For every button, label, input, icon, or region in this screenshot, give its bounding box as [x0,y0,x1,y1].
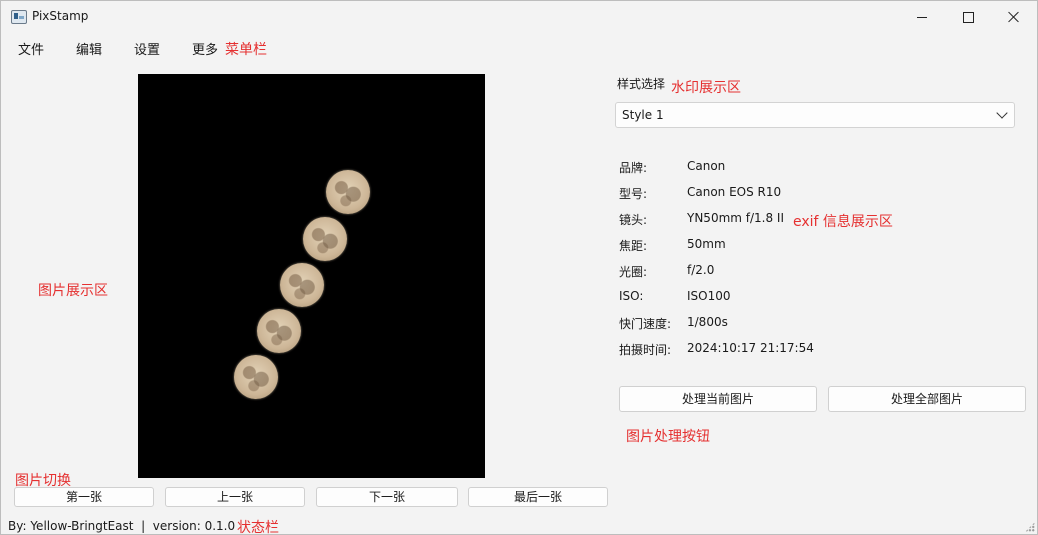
menu-more[interactable]: 更多 [192,39,218,58]
annotation-process-buttons: 图片处理按钮 [626,429,710,445]
menu-bar: 文件 编辑 设置 更多 菜单栏 [1,35,1037,59]
menu-edit[interactable]: 编辑 [76,39,102,58]
moon-image-4 [257,309,301,353]
title-bar[interactable]: PixStamp [1,1,1037,33]
resize-grip-icon[interactable] [1025,522,1035,532]
annotation-menu-bar: 菜单栏 [225,42,267,58]
photo-preview [138,74,485,478]
status-text: By: Yellow-BringtEast | version: 0.1.0 [8,519,236,533]
exif-value-focal: 50mm [687,237,726,251]
exif-label-brand: 品牌: [619,161,648,175]
process-current-button[interactable]: 处理当前图片 [619,386,817,412]
exif-label-focal: 焦距: [619,239,648,253]
style-select-label: 样式选择 [617,77,666,91]
maximize-button[interactable] [945,1,991,33]
process-all-button[interactable]: 处理全部图片 [828,386,1026,412]
exif-value-shutter: 1/800s [687,315,728,329]
exif-value-aperture: f/2.0 [687,263,715,277]
minimize-button[interactable] [899,1,945,33]
exif-label-shutter: 快门速度: [619,317,672,331]
annotation-image-area: 图片展示区 [38,283,108,299]
style-select-value: Style 1 [622,108,664,122]
style-select[interactable]: Style 1 [615,102,1015,128]
chevron-down-icon [996,107,1008,119]
menu-settings[interactable]: 设置 [134,39,160,58]
exif-value-model: Canon EOS R10 [687,185,782,199]
exif-label-lens: 镜头: [619,213,648,227]
window-title: PixStamp [32,9,89,23]
moon-image-5 [234,355,278,399]
exif-label-model: 型号: [619,187,648,201]
last-image-button[interactable]: 最后一张 [468,487,608,507]
exif-label-iso: ISO: [619,289,644,303]
exif-value-iso: ISO100 [687,289,731,303]
close-icon [1008,11,1020,23]
moon-image-3 [280,263,324,307]
moon-image-1 [326,170,370,214]
prev-image-button[interactable]: 上一张 [165,487,305,507]
annotation-status-bar: 状态栏 [237,520,279,535]
close-button[interactable] [991,1,1037,33]
maximize-icon [962,11,974,23]
next-image-button[interactable]: 下一张 [316,487,458,507]
exif-value-lens: YN50mm f/1.8 II [687,211,785,225]
exif-value-brand: Canon [687,159,726,173]
menu-file[interactable]: 文件 [18,39,44,58]
first-image-button[interactable]: 第一张 [14,487,154,507]
app-window: PixStamp 文件 编辑 设置 更多 菜单栏 图片展示区 图片切换 第一张 … [0,0,1038,535]
annotation-watermark-area: 水印展示区 [671,80,741,96]
annotation-exif-area: exif 信息展示区 [793,214,893,230]
exif-label-aperture: 光圈: [619,265,648,279]
exif-label-datetime: 拍摄时间: [619,343,672,357]
exif-value-datetime: 2024:10:17 21:17:54 [687,341,814,355]
app-icon [11,10,27,24]
minimize-icon [917,16,927,18]
moon-image-2 [303,217,347,261]
